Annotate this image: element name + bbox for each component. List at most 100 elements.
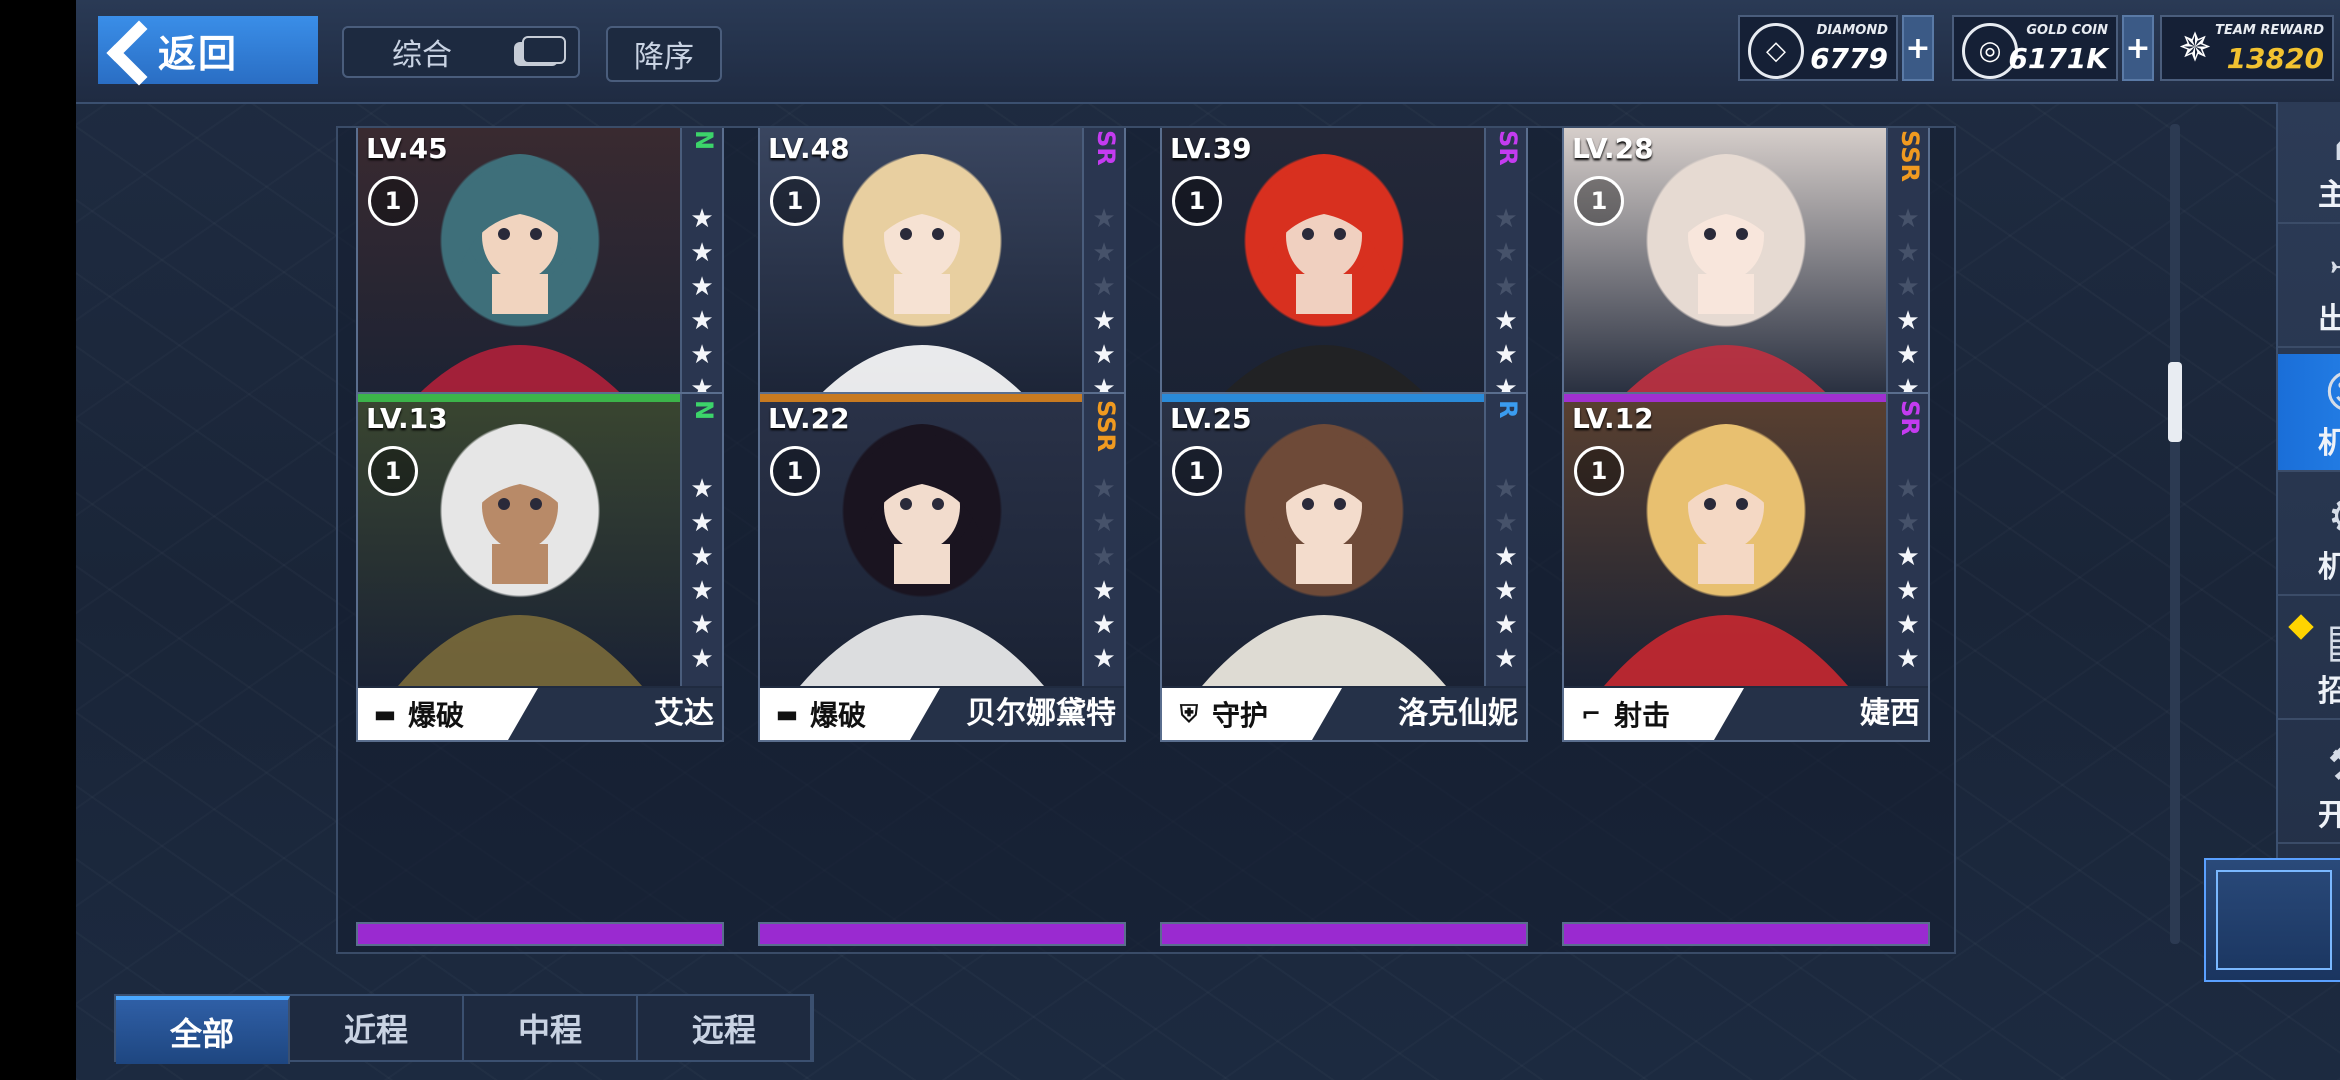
sidebar-label: 机库	[2318, 550, 2340, 585]
develop-icon: ⚒	[2316, 734, 2340, 794]
star-rating: ★ ★ ★ ★ ★ ★	[1090, 202, 1118, 406]
order-button[interactable]: 降序	[606, 26, 722, 82]
map-thumbnail[interactable]	[2204, 858, 2340, 982]
rarity-bar	[760, 394, 1124, 402]
scrollbar-thumb[interactable]	[2168, 362, 2182, 442]
add-diamond-button[interactable]: +	[1902, 15, 1934, 81]
pilot-card[interactable]: R ★ ★ ★ ★ ★ ★ LV.25 1 ⛨ 守护 洛克仙妮	[1160, 392, 1528, 742]
pilot-portrait	[760, 128, 1084, 416]
tab-all[interactable]: 全部	[116, 996, 290, 1064]
pilot-role-label: 射击	[1614, 699, 1671, 732]
star-icon: ★	[1494, 204, 1518, 234]
rarity-strip: N ★ ★ ★ ★ ★ ★	[680, 394, 722, 686]
star-icon: ★	[1494, 542, 1518, 572]
star-icon: ★	[1494, 576, 1518, 606]
star-icon: ★	[1092, 238, 1116, 268]
recruit-card-icon: ▤	[2316, 610, 2340, 670]
star-icon: ★	[1896, 644, 1920, 674]
pilot-card[interactable]: N ★ ★ ★ ★ ★ ★ LV.13 1 ▬ 爆破 艾达	[356, 392, 724, 742]
rarity-label: SR	[1092, 130, 1120, 166]
portrait-figure	[800, 424, 1044, 686]
add-gold-button[interactable]: +	[2122, 15, 2154, 81]
battle-icon: ✈	[2316, 238, 2340, 298]
scrollbar-track[interactable]	[2170, 124, 2180, 944]
pilot-portrait	[1564, 394, 1888, 686]
rocket-launcher-icon: ▬	[373, 700, 397, 728]
star-icon: ★	[1092, 610, 1116, 640]
star-icon: ★	[690, 306, 714, 336]
pilot-roster-screen: 返回 综合 降序 ◇ DIAMOND 6779 + ◎ GOLD COIN 61…	[76, 0, 2340, 1080]
rarity-label: SR	[1494, 130, 1522, 166]
nameplate: ▬ 爆破 贝尔娜黛特	[760, 688, 1124, 740]
sort-dropdown[interactable]: 综合	[342, 26, 580, 78]
pilot-grade-badge: 1	[1574, 176, 1624, 226]
pilot-role-label: 爆破	[810, 699, 867, 732]
rarity-bar	[1162, 394, 1526, 402]
rarity-strip: SR ★ ★ ★ ★ ★ ★	[1082, 128, 1124, 416]
sidebar-item-3[interactable]: ⚙ 机库	[2278, 478, 2340, 596]
star-icon: ★	[1092, 508, 1116, 538]
star-icon: ★	[1092, 542, 1116, 572]
star-icon: ★	[690, 272, 714, 302]
star-icon: ★	[1896, 340, 1920, 370]
hangar-icon: ⚙	[2316, 486, 2340, 546]
nameplate: ⌐ 射击 婕西	[1564, 688, 1928, 740]
pilot-grade-badge: 1	[1172, 176, 1222, 226]
sidebar-item-0[interactable]: ⌂ 主厅	[2278, 106, 2340, 224]
star-icon: ★	[690, 238, 714, 268]
portrait-figure	[1604, 424, 1848, 686]
star-icon: ★	[1896, 238, 1920, 268]
sidebar-label: 招募	[2318, 674, 2340, 709]
pilot-portrait	[358, 128, 682, 416]
pilot-grade-badge: 1	[368, 446, 418, 496]
pilot-level: LV.25	[1170, 402, 1252, 435]
star-rating: ★ ★ ★ ★ ★ ★	[1492, 472, 1520, 676]
sidebar-item-5[interactable]: ⚒ 开发	[2278, 726, 2340, 844]
portrait-figure	[800, 154, 1044, 416]
pilot-grade-badge: 1	[368, 176, 418, 226]
right-sidebar: ⌂ 主厅 ✈ 出战 ☺ 机师 ⚙ 机库 ▤ 招募 ⚒ 开发	[2276, 102, 2340, 982]
pilot-grid-panel[interactable]: N ★★★★★★ LV.45 1 ⚒ 轰炸 埃伊菲	[336, 126, 1956, 954]
star-icon: ★	[690, 610, 714, 640]
diamond-value: 6779	[1810, 42, 1888, 75]
back-label: 返回	[158, 31, 239, 76]
sidebar-item-4[interactable]: ▤ 招募	[2278, 602, 2340, 720]
star-icon: ★	[1896, 576, 1920, 606]
star-icon: ★	[1896, 474, 1920, 504]
pilot-level: LV.39	[1170, 132, 1252, 165]
team-reward-box: ✵ TEAM REWARD 13820	[2160, 15, 2334, 81]
pilot-card-partial[interactable]	[758, 922, 1126, 946]
gold-coin-label: GOLD COIN	[2026, 23, 2108, 38]
notification-dot	[2288, 614, 2314, 640]
pilot-level: LV.48	[768, 132, 850, 165]
pilot-portrait	[358, 394, 682, 686]
team-reward-label: TEAM REWARD	[2215, 23, 2324, 38]
tab-long-range[interactable]: 远程	[638, 996, 812, 1060]
sidebar-item-1[interactable]: ✈ 出战	[2278, 230, 2340, 348]
star-icon: ★	[1494, 610, 1518, 640]
hall-icon: ⌂	[2316, 114, 2340, 174]
star-icon: ★	[1494, 508, 1518, 538]
back-button[interactable]: 返回	[98, 16, 318, 84]
pilot-card[interactable]: SSR ★ ★ ★ ★ ★ ★ LV.22 1 ▬ 爆破 贝尔娜黛特	[758, 392, 1126, 742]
team-reward-counter: ✵ TEAM REWARD 13820	[2160, 15, 2334, 81]
pilot-grade-badge: 1	[770, 446, 820, 496]
rarity-strip: N ★ ★ ★ ★ ★ ★	[680, 128, 722, 416]
tab-mid-range[interactable]: 中程	[464, 996, 638, 1060]
sidebar-item-2[interactable]: ☺ 机师	[2278, 354, 2340, 472]
star-icon: ★	[1896, 508, 1920, 538]
star-icon: ★	[1896, 610, 1920, 640]
pilot-grade-badge: 1	[770, 176, 820, 226]
rarity-strip: R ★ ★ ★ ★ ★ ★	[1484, 394, 1526, 686]
pilot-role-label: 爆破	[408, 699, 465, 732]
tab-short-range[interactable]: 近程	[290, 996, 464, 1060]
star-icon: ★	[690, 576, 714, 606]
pilot-card[interactable]: SR ★ ★ ★ ★ ★ ★ LV.12 1 ⌐ 射击 婕西	[1562, 392, 1930, 742]
pilot-card-partial[interactable]	[1562, 922, 1930, 946]
rarity-strip: SR ★ ★ ★ ★ ★ ★	[1484, 128, 1526, 416]
star-icon: ★	[1494, 306, 1518, 336]
pilot-card-partial[interactable]	[356, 922, 724, 946]
star-icon: ★	[690, 474, 714, 504]
pilot-card-partial[interactable]	[1160, 922, 1528, 946]
star-icon: ★	[690, 542, 714, 572]
